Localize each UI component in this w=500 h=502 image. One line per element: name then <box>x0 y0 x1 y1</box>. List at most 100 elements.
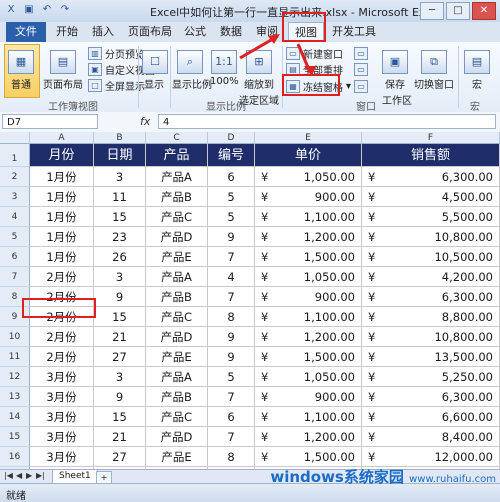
table-cell[interactable]: 3月份 <box>30 387 94 407</box>
table-cell[interactable]: 15 <box>94 207 146 227</box>
currency-cell[interactable]: ¥1,100.00 <box>255 207 362 227</box>
row-header[interactable]: 14 <box>0 407 30 427</box>
table-cell[interactable]: 9 <box>94 387 146 407</box>
currency-cell[interactable]: ¥1,200.00 <box>255 327 362 347</box>
table-cell[interactable]: 3月份 <box>30 427 94 447</box>
row-header[interactable]: 11 <box>0 347 30 367</box>
tab-home[interactable]: 开始 <box>52 22 82 42</box>
currency-cell[interactable]: ¥900.00 <box>255 187 362 207</box>
column-header-d[interactable]: D <box>208 132 255 144</box>
table-cell[interactable]: 7 <box>208 287 255 307</box>
table-cell[interactable]: 3 <box>94 267 146 287</box>
header-cell[interactable]: 单价 <box>255 144 362 167</box>
row-header[interactable]: 1 <box>0 144 30 167</box>
column-header-f[interactable]: F <box>362 132 500 144</box>
currency-cell[interactable]: ¥1,050.00 <box>255 367 362 387</box>
currency-cell[interactable]: ¥10,800.00 <box>362 327 500 347</box>
redo-icon[interactable]: ↷ <box>58 3 72 17</box>
select-all-corner[interactable] <box>0 132 30 144</box>
formula-input[interactable]: 4 <box>158 114 496 129</box>
row-header[interactable]: 7 <box>0 267 30 287</box>
header-cell[interactable]: 产品 <box>146 144 208 167</box>
table-cell[interactable]: 9 <box>208 327 255 347</box>
tab-formulas[interactable]: 公式 <box>180 22 210 42</box>
next-sheet-icon[interactable]: ▶ <box>26 471 32 480</box>
minimize-button[interactable]: ─ <box>420 2 444 20</box>
tab-data[interactable]: 数据 <box>216 22 246 42</box>
table-cell[interactable]: 3 <box>94 367 146 387</box>
table-cell[interactable]: 3月份 <box>30 367 94 387</box>
table-cell[interactable]: 11 <box>94 187 146 207</box>
fx-icon[interactable]: fx <box>140 115 150 128</box>
table-cell[interactable]: 27 <box>94 347 146 367</box>
table-cell[interactable]: 产品C <box>146 207 208 227</box>
row-header[interactable]: 5 <box>0 227 30 247</box>
table-cell[interactable]: 1月份 <box>30 247 94 267</box>
header-cell[interactable]: 月份 <box>30 144 94 167</box>
table-cell[interactable]: 7 <box>208 427 255 447</box>
currency-cell[interactable]: ¥1,200.00 <box>255 427 362 447</box>
currency-cell[interactable]: ¥1,500.00 <box>255 447 362 467</box>
table-cell[interactable]: 5 <box>208 367 255 387</box>
table-cell[interactable]: 产品C <box>146 407 208 427</box>
currency-cell[interactable]: ¥12,000.00 <box>362 447 500 467</box>
table-cell[interactable]: 产品B <box>146 187 208 207</box>
new-window-button[interactable]: ▭ 新建窗口 <box>286 46 343 61</box>
name-box[interactable]: D7 <box>2 114 98 129</box>
row-header[interactable]: 3 <box>0 187 30 207</box>
save-icon[interactable]: ▣ <box>22 3 36 17</box>
currency-cell[interactable]: ¥5,250.00 <box>362 367 500 387</box>
table-cell[interactable]: 9 <box>94 287 146 307</box>
table-cell[interactable]: 1月份 <box>30 227 94 247</box>
tab-review[interactable]: 审阅 <box>252 22 282 42</box>
currency-cell[interactable]: ¥10,800.00 <box>362 227 500 247</box>
table-cell[interactable]: 9 <box>208 227 255 247</box>
table-cell[interactable]: 8 <box>208 447 255 467</box>
table-cell[interactable]: 2月份 <box>30 267 94 287</box>
currency-cell[interactable]: ¥1,050.00 <box>255 267 362 287</box>
table-cell[interactable]: 23 <box>94 227 146 247</box>
tab-file[interactable]: 文件 <box>6 22 46 42</box>
table-cell[interactable]: 26 <box>94 247 146 267</box>
row-header[interactable]: 16 <box>0 447 30 467</box>
table-cell[interactable]: 产品E <box>146 347 208 367</box>
table-cell[interactable]: 15 <box>94 407 146 427</box>
sheet-tab-sheet1[interactable]: Sheet1 <box>52 470 98 484</box>
currency-cell[interactable]: ¥1,100.00 <box>255 407 362 427</box>
currency-cell[interactable]: ¥1,050.00 <box>255 167 362 187</box>
row-header[interactable]: 15 <box>0 427 30 447</box>
column-header-c[interactable]: C <box>146 132 208 144</box>
table-cell[interactable]: 产品E <box>146 447 208 467</box>
row-header[interactable]: 13 <box>0 387 30 407</box>
currency-cell[interactable]: ¥6,300.00 <box>362 387 500 407</box>
currency-cell[interactable]: ¥1,500.00 <box>255 247 362 267</box>
currency-cell[interactable]: ¥6,300.00 <box>362 287 500 307</box>
table-cell[interactable]: 7 <box>208 387 255 407</box>
table-cell[interactable]: 产品E <box>146 247 208 267</box>
row-header[interactable]: 12 <box>0 367 30 387</box>
switch-windows-button[interactable]: ⧉ 切换窗口 <box>414 50 454 91</box>
column-header-e[interactable]: E <box>255 132 362 144</box>
page-layout-view-button[interactable]: ▤ 页面布局 <box>42 50 84 91</box>
zoom-to-selection-button[interactable]: ⊞ 缩放到 <box>240 50 278 91</box>
tab-page-layout[interactable]: 页面布局 <box>124 22 176 42</box>
table-cell[interactable]: 4 <box>208 267 255 287</box>
table-cell[interactable]: 产品A <box>146 367 208 387</box>
table-cell[interactable]: 9 <box>208 347 255 367</box>
table-cell[interactable]: 15 <box>94 307 146 327</box>
table-cell[interactable]: 1月份 <box>30 207 94 227</box>
table-cell[interactable]: 产品C <box>146 307 208 327</box>
hide-button[interactable]: ▭ <box>354 62 368 76</box>
zoom-100-button[interactable]: 1:1 100% <box>210 50 239 87</box>
page-break-preview-button[interactable]: ▥ 分页预览 <box>88 46 145 61</box>
currency-cell[interactable]: ¥10,500.00 <box>362 247 500 267</box>
currency-cell[interactable]: ¥5,500.00 <box>362 207 500 227</box>
unhide-button[interactable]: ▭ <box>354 79 368 93</box>
header-cell[interactable]: 日期 <box>94 144 146 167</box>
table-cell[interactable]: 产品D <box>146 227 208 247</box>
split-button[interactable]: ▭ <box>354 46 368 60</box>
close-button[interactable]: ✕ <box>472 2 496 20</box>
maximize-button[interactable]: □ <box>446 2 470 20</box>
currency-cell[interactable]: ¥13,500.00 <box>362 347 500 367</box>
first-sheet-icon[interactable]: |◀ <box>4 471 13 480</box>
